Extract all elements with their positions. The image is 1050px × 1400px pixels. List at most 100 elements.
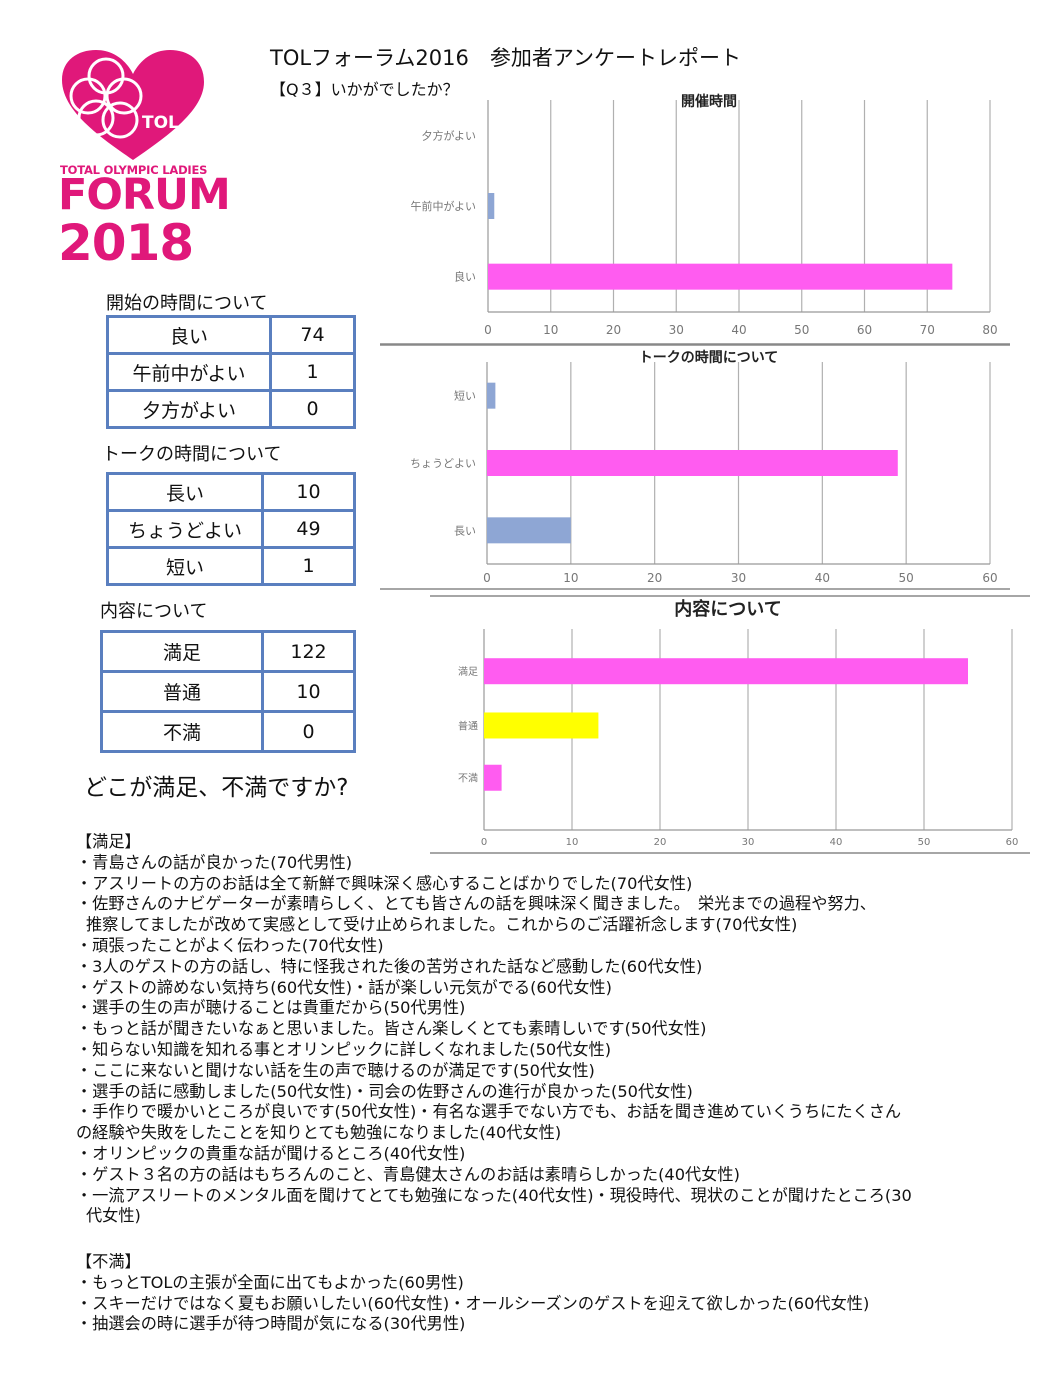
table-row: 短い 1	[106, 546, 356, 586]
bar	[487, 450, 898, 476]
comment-line: ・青島さんの話が良かった(70代男性)	[76, 852, 353, 872]
comment-line: ・手作りで暖かいところが良いです(50代女性)・有名な選手でない方でも、お話を聞…	[76, 1102, 902, 1122]
logo-forum-text: FORUM	[58, 170, 231, 220]
chart-title: 開催時間	[681, 93, 737, 110]
x-tick-label: 50	[794, 323, 809, 337]
table-row: 良い 74	[106, 315, 356, 355]
comment-line: ・もっとTOLの主張が全面に出てもよかった(60男性)	[76, 1272, 464, 1292]
comment-line: ・ゲスト３名の方の話はもちろんのこと、青島健太さんのお話は素晴らしかった(40代…	[76, 1164, 740, 1184]
table-row: 普通 10	[100, 670, 356, 713]
satisfied-comments: 【満足】 ・青島さんの話が良かった(70代男性) ・アスリートの方のお話は全て新鮮…	[76, 832, 1026, 1227]
comment-line: 推察してましたが改めて実感として受け止められました。これからのご活躍祈念します(…	[86, 915, 798, 935]
row-label: 夕方がよい	[106, 389, 272, 429]
row-label: 不満	[100, 710, 264, 753]
table-row: 長い 10	[106, 472, 356, 512]
row-value: 1	[269, 352, 356, 392]
category-label: 短い	[454, 389, 476, 403]
bar	[488, 193, 495, 219]
category-label: 長い	[454, 524, 476, 537]
table-row: 不満 0	[100, 710, 356, 753]
row-label: 普通	[100, 670, 264, 713]
comment-line: ・もっと話が聞きたいなぁと思いました。皆さん楽しくとても素晴しいです(50代女性…	[76, 1019, 707, 1039]
row-value: 10	[261, 670, 356, 713]
category-label: 夕方がよい	[422, 128, 476, 142]
x-tick-label: 50	[899, 571, 914, 585]
bar	[484, 712, 599, 739]
table-row: 夕方がよい 0	[106, 389, 356, 429]
chart-talk-time: トークの時間について 0 10 20 30 40 50 60 長い ちょうどよい 短い	[380, 344, 1010, 590]
table-row: 満足 122	[100, 630, 356, 673]
content-table: 満足 122 普通 10 不満 0	[100, 630, 356, 753]
x-tick-label: 40	[815, 571, 830, 585]
category-label: 満足	[458, 666, 478, 678]
row-label: ちょうどよい	[106, 509, 264, 549]
row-value: 49	[261, 509, 356, 549]
row-value: 0	[269, 389, 356, 429]
question-heading: どこが満足、不満ですか?	[84, 775, 349, 801]
talk-time-table: 長い 10 ちょうどよい 49 短い 1	[106, 472, 356, 586]
x-tick-label: 0	[484, 323, 492, 337]
x-tick-label: 0	[483, 571, 491, 585]
heart-rings-icon: TOL	[62, 50, 204, 160]
x-tick-label: 70	[920, 323, 935, 337]
comment-line: ・頑張ったことがよく伝わった(70代女性)	[76, 935, 384, 955]
category-label: 午前中がよい	[411, 199, 476, 213]
row-value: 122	[261, 630, 356, 673]
comment-line: ・3人のゲストの方の話し、特に怪我された後の苦労された話など感動した(60代女性…	[76, 956, 703, 976]
bar	[487, 382, 496, 409]
bar	[487, 517, 571, 544]
row-value: 10	[261, 472, 356, 512]
comment-line: ・ここに来ないと聞けない話を生の声で聴けるのが満足です(50代女性)	[76, 1060, 595, 1080]
bar	[484, 658, 968, 685]
logo-mark-text: TOL	[142, 113, 179, 133]
row-label: 午前中がよい	[106, 352, 272, 392]
x-tick-label: 30	[669, 323, 684, 337]
bar	[484, 764, 502, 791]
tol-forum-logo: TOL TOTAL OLYMPIC LADIES FORUM 2018	[58, 48, 231, 272]
category-label: 普通	[458, 719, 478, 732]
x-tick-label: 40	[731, 323, 746, 337]
table-caption-start-time: 開始の時間について	[106, 293, 268, 314]
category-label: 良い	[454, 270, 476, 284]
chart-content: 内容について0 10 20 30 40 50 60満足普通不満	[430, 595, 1030, 854]
row-value: 74	[269, 315, 356, 355]
row-value: 1	[261, 546, 356, 586]
table-caption-content: 内容について	[100, 601, 208, 622]
satisfied-heading: 【満足】	[76, 832, 141, 851]
comment-line: ・佐野さんのナビゲーターが素晴らしく、とても皆さんの話を興味深く聞きました。 栄…	[76, 894, 876, 914]
table-row: 午前中がよい 1	[106, 352, 356, 392]
document-title: TOLフォーラム2016 参加者アンケートレポート	[270, 46, 742, 70]
comment-line: ・一流アスリートのメンタル面を聞けてとても勉強になった(40代女性)・現役時代、…	[76, 1185, 912, 1205]
dissatisfied-comments: 【不満】 ・もっとTOLの主張が全面に出てもよかった(60男性) ・スキーだけでは…	[76, 1252, 1026, 1335]
table-row: ちょうどよい 49	[106, 509, 356, 549]
comment-line: ・オリンピックの貴重な話が聞けるところ(40代女性)	[76, 1143, 466, 1163]
x-tick-label: 60	[982, 571, 997, 585]
dissatisfied-heading: 【不満】	[76, 1252, 141, 1271]
x-tick-label: 10	[563, 571, 578, 585]
chart-title: 内容について	[674, 598, 781, 620]
row-value: 0	[261, 710, 356, 753]
category-label: ちょうどよい	[410, 457, 476, 470]
comment-line: ・ゲストの諦めない気持ち(60代女性)・話が楽しい元気がでる(60代女性)	[76, 977, 612, 997]
table-caption-talk-time: トークの時間について	[102, 444, 282, 465]
row-label: 長い	[106, 472, 264, 512]
x-tick-label: 10	[543, 323, 558, 337]
comment-line: ・スキーだけではなく夏もお願いしたい(60代女性)・オールシーズンのゲストを迎え…	[76, 1293, 870, 1313]
comment-line: 代女性)	[86, 1206, 141, 1226]
x-tick-label: 30	[731, 571, 746, 585]
comment-line: ・知らない知識を知れる事とオリンピックに詳しくなれました(50代女性)	[76, 1039, 612, 1059]
x-tick-label: 20	[606, 323, 621, 337]
comment-line: の経験や失敗をしたことを知りとても勉強になりました(40代女性)	[76, 1123, 562, 1143]
x-tick-label: 60	[857, 323, 872, 337]
chart-title: トークの時間について	[639, 349, 779, 366]
logo-year-text: 2018	[58, 214, 194, 272]
comment-line: ・選手の話に感動しました(50代女性)・司会の佐野さんの進行が良かった(50代女…	[76, 1081, 693, 1101]
row-label: 良い	[106, 315, 272, 355]
x-tick-label: 20	[647, 571, 662, 585]
start-time-table: 良い 74 午前中がよい 1 夕方がよい 0	[106, 315, 356, 429]
comment-line: ・抽選会の時に選手が待つ時間が気になる(30代男性)	[76, 1314, 466, 1334]
bar	[488, 263, 953, 290]
chart-event-time: 開催時間 0 10 20 30 40 50 60 70 80 良い 午前中がよい 夕方がよい	[380, 93, 1010, 345]
row-label: 短い	[106, 546, 264, 586]
row-label: 満足	[100, 630, 264, 673]
